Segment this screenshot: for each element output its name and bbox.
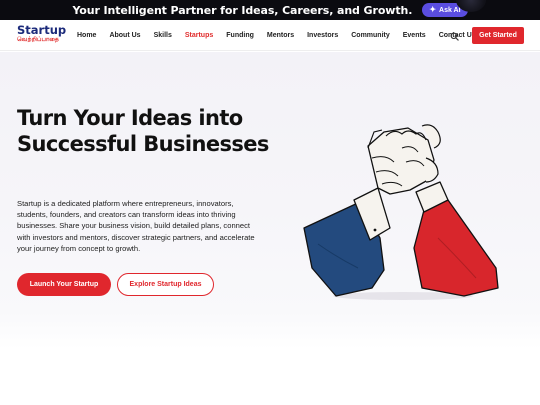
- nav-item-about-us[interactable]: About Us: [109, 32, 140, 39]
- brand-logo[interactable]: Startup வெற்றிப்பாதை: [17, 24, 66, 44]
- nav-item-events[interactable]: Events: [403, 32, 426, 39]
- ask-ai-label: Ask AI: [439, 6, 461, 14]
- nav-item-investors[interactable]: Investors: [307, 32, 338, 39]
- hero-title: Turn Your Ideas into Successful Business…: [17, 106, 269, 156]
- nav-item-funding[interactable]: Funding: [226, 32, 254, 39]
- hero-description: Startup is a dedicated platform where en…: [17, 199, 255, 253]
- brand-name: Startup: [17, 23, 67, 37]
- nav-item-home[interactable]: Home: [77, 32, 96, 39]
- search-icon[interactable]: [447, 29, 461, 43]
- announcement-bar: Your Intelligent Partner for Ideas, Care…: [0, 0, 540, 20]
- nav-menu: Home About Us Skills Startups Funding Me…: [77, 20, 476, 51]
- nav-item-startups[interactable]: Startups: [185, 32, 213, 39]
- nav-item-skills[interactable]: Skills: [154, 32, 172, 39]
- get-started-button[interactable]: Get Started: [472, 27, 524, 44]
- sparkle-icon: ✦: [429, 5, 437, 14]
- brand-subtitle: வெற்றிப்பாதை: [17, 37, 59, 43]
- nav-item-community[interactable]: Community: [351, 32, 390, 39]
- handshake-arm-wrestle-illustration: [303, 124, 499, 300]
- lower-section-background: [0, 312, 540, 405]
- launch-startup-button[interactable]: Launch Your Startup: [17, 273, 111, 296]
- announcement-tagline: Your Intelligent Partner for Ideas, Care…: [72, 3, 413, 17]
- nav-item-mentors[interactable]: Mentors: [267, 32, 294, 39]
- main-navbar: Startup வெற்றிப்பாதை Home About Us Skill…: [0, 20, 540, 51]
- explore-ideas-button[interactable]: Explore Startup Ideas: [117, 273, 214, 296]
